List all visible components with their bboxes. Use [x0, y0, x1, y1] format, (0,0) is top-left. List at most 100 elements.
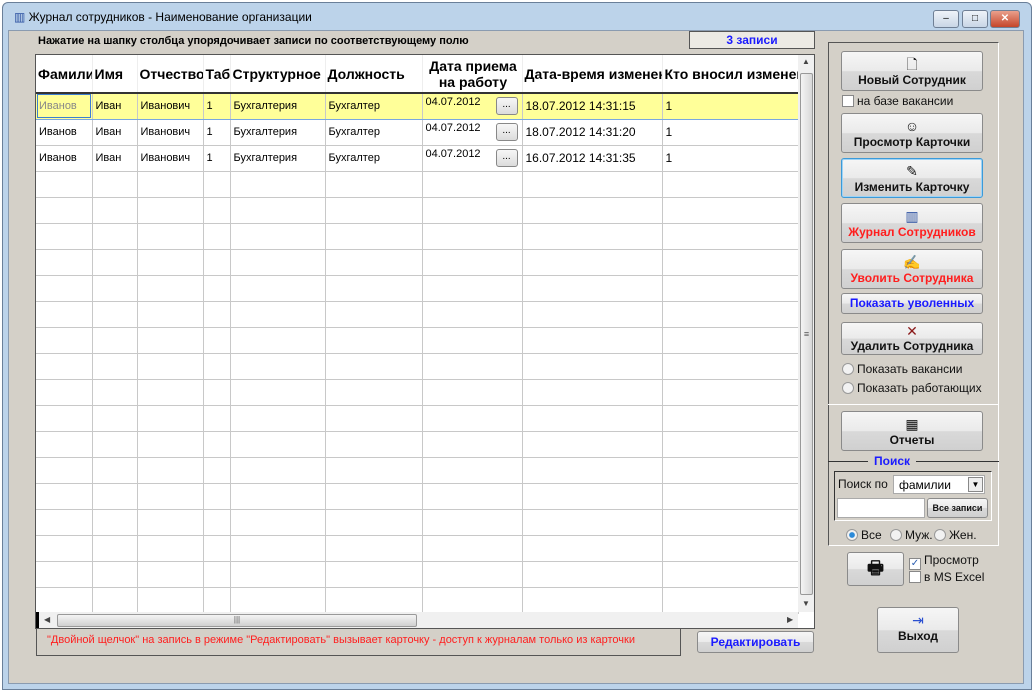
show-vacancies-radio[interactable]: Показать вакансии [842, 362, 962, 376]
table-cell[interactable] [137, 275, 204, 302]
table-cell[interactable] [92, 483, 138, 510]
empty-row[interactable] [36, 483, 799, 510]
table-cell[interactable] [137, 353, 204, 380]
table-cell[interactable]: 1 [203, 145, 231, 172]
table-cell[interactable] [422, 301, 523, 328]
table-cell[interactable] [203, 223, 231, 250]
table-cell[interactable]: 1 [662, 119, 799, 146]
table-cell[interactable] [662, 249, 799, 276]
preview-checkbox[interactable]: ✓ Просмотр [909, 553, 979, 570]
table-row[interactable]: Иванов Иван Иванович 1 Бухгалтерия Бухгалтер 0… [36, 145, 799, 172]
table-cell[interactable] [36, 379, 93, 406]
vertical-scrollbar[interactable]: ▲ ≡ ▼ [798, 55, 814, 612]
table-cell[interactable] [325, 327, 423, 354]
table-cell[interactable] [325, 587, 423, 614]
table-cell[interactable] [522, 509, 663, 536]
table-cell[interactable] [522, 561, 663, 588]
table-cell[interactable] [36, 535, 93, 562]
excel-checkbox[interactable]: в MS Excel [909, 570, 984, 584]
view-card-button[interactable]: ☺ Просмотр Карточки [841, 113, 983, 153]
table-cell[interactable] [92, 275, 138, 302]
table-cell[interactable] [522, 457, 663, 484]
table-cell[interactable] [137, 483, 204, 510]
horizontal-scrollbar[interactable]: ◀ ||| ▶ [36, 612, 798, 628]
radio-selected[interactable] [846, 529, 858, 541]
table-cell[interactable] [203, 483, 231, 510]
date-picker-button[interactable]: ... [495, 148, 518, 167]
table-cell[interactable] [662, 535, 799, 562]
table-cell[interactable] [325, 431, 423, 458]
table-cell[interactable] [422, 379, 523, 406]
table-cell[interactable] [662, 353, 799, 380]
table-cell[interactable] [230, 405, 326, 432]
empty-row[interactable] [36, 431, 799, 458]
show-working-radio[interactable]: Показать работающих [842, 381, 982, 395]
table-cell[interactable] [92, 535, 138, 562]
table-cell[interactable] [137, 327, 204, 354]
empty-row[interactable] [36, 535, 799, 562]
table-cell[interactable] [137, 249, 204, 276]
table-cell[interactable]: 1 [203, 92, 231, 120]
table-cell[interactable] [522, 431, 663, 458]
table-cell[interactable]: Иванов [36, 92, 93, 120]
table-cell[interactable] [36, 431, 93, 458]
table-cell[interactable] [92, 561, 138, 588]
exit-button[interactable]: ⇥ Выход [877, 607, 959, 653]
table-cell[interactable] [522, 535, 663, 562]
table-cell[interactable]: 18.07.2012 14:31:15 [522, 92, 663, 120]
table-cell[interactable] [522, 327, 663, 354]
table-cell[interactable] [36, 171, 93, 198]
table-cell[interactable] [203, 379, 231, 406]
checkbox-unchecked[interactable] [909, 571, 921, 583]
table-cell[interactable]: Иванович [137, 145, 204, 172]
table-cell[interactable] [662, 379, 799, 406]
table-cell[interactable] [325, 171, 423, 198]
table-cell[interactable] [203, 197, 231, 224]
table-cell[interactable]: 18.07.2012 14:31:20 [522, 119, 663, 146]
column-header[interactable]: Кто вносил изменения [662, 55, 799, 94]
employee-grid[interactable]: ФамилияИмяОтчествоТабСтруктурноеДолжност… [35, 54, 815, 629]
edit-card-button[interactable]: ✎ Изменить Карточку [841, 158, 983, 198]
table-cell[interactable] [137, 223, 204, 250]
chevron-down-icon[interactable]: ▼ [968, 477, 983, 492]
table-cell[interactable]: 04.07.2012... [422, 119, 523, 146]
table-cell[interactable] [92, 171, 138, 198]
scroll-left-icon[interactable]: ◀ [44, 615, 50, 624]
table-cell[interactable] [522, 171, 663, 198]
edit-mode-button[interactable]: Редактировать [697, 631, 814, 653]
table-cell[interactable] [325, 353, 423, 380]
show-dismissed-button[interactable]: Показать уволенных [841, 293, 983, 314]
table-cell[interactable]: Иванович [137, 92, 204, 120]
table-cell[interactable] [203, 431, 231, 458]
empty-row[interactable] [36, 561, 799, 588]
table-cell[interactable] [325, 379, 423, 406]
empty-row[interactable] [36, 301, 799, 328]
table-cell[interactable] [137, 587, 204, 614]
table-cell[interactable] [230, 561, 326, 588]
table-cell[interactable] [662, 301, 799, 328]
table-cell[interactable] [92, 301, 138, 328]
table-cell[interactable] [422, 275, 523, 302]
table-cell[interactable] [230, 431, 326, 458]
table-cell[interactable] [36, 223, 93, 250]
table-cell[interactable] [325, 275, 423, 302]
table-cell[interactable] [137, 171, 204, 198]
table-cell[interactable] [203, 249, 231, 276]
radio-unselected[interactable] [842, 363, 854, 375]
table-cell[interactable] [36, 561, 93, 588]
date-picker-button[interactable]: ... [495, 97, 518, 115]
table-cell[interactable] [325, 249, 423, 276]
scroll-right-icon[interactable]: ▶ [787, 615, 793, 624]
all-records-button[interactable]: Все записи [927, 498, 988, 518]
table-cell[interactable] [422, 327, 523, 354]
table-cell[interactable]: Иван [92, 119, 138, 146]
checkbox-unchecked[interactable] [842, 95, 854, 107]
table-cell[interactable] [422, 561, 523, 588]
close-button[interactable]: ✕ [990, 10, 1020, 28]
radio-unselected[interactable] [934, 529, 946, 541]
table-cell[interactable] [230, 457, 326, 484]
search-input[interactable] [837, 498, 925, 518]
table-cell[interactable] [422, 249, 523, 276]
table-cell[interactable] [137, 301, 204, 328]
empty-row[interactable] [36, 509, 799, 536]
